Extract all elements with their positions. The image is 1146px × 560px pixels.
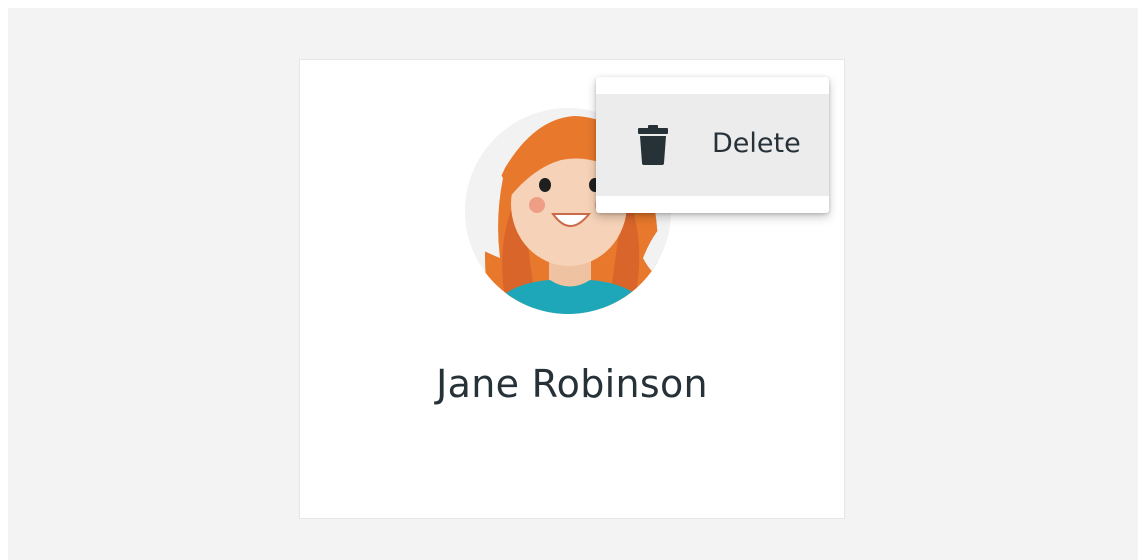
user-name: Jane Robinson bbox=[436, 362, 708, 406]
trash-icon bbox=[638, 125, 668, 165]
delete-menu-item[interactable]: Delete bbox=[596, 94, 829, 196]
delete-menu-label: Delete bbox=[712, 128, 801, 159]
context-menu: Delete bbox=[596, 77, 829, 213]
